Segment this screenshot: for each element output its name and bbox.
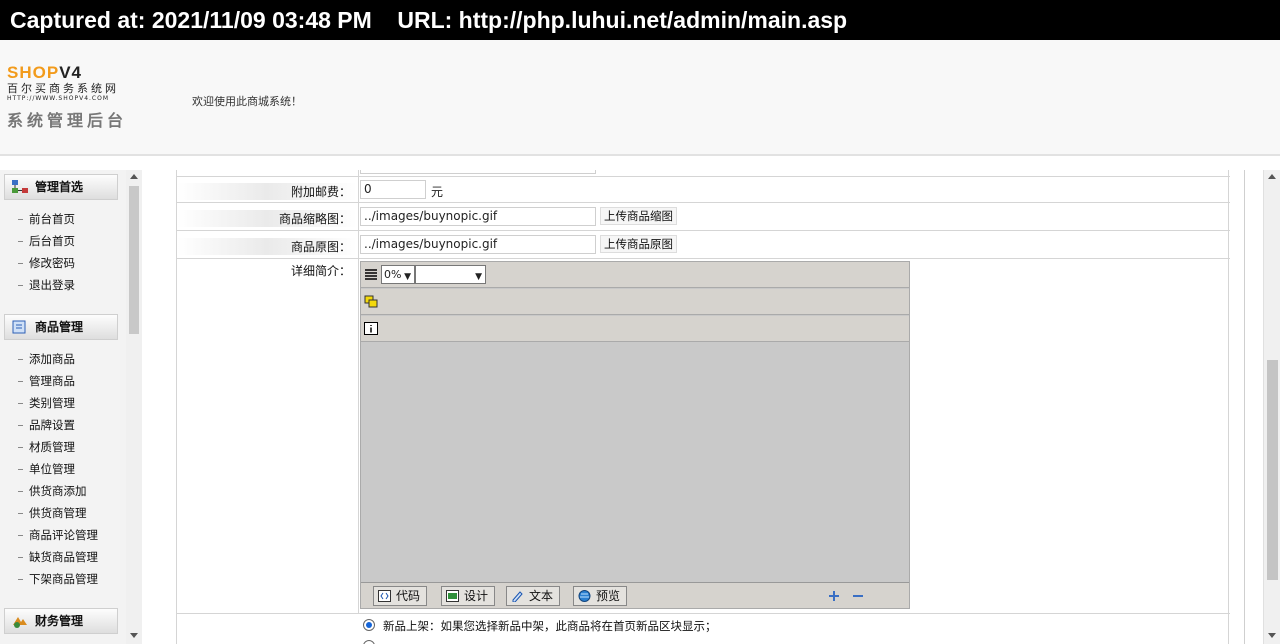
main-scroll-thumb[interactable] xyxy=(1267,360,1278,580)
menu-item-change-password[interactable]: 修改密码 xyxy=(18,255,75,271)
mode-text-button[interactable]: 文本 xyxy=(506,586,561,606)
scroll-down-arrow-icon[interactable] xyxy=(130,633,138,638)
original-image-label: 商品原图： xyxy=(177,238,357,255)
menu-item-material[interactable]: 材质管理 xyxy=(18,439,75,455)
product-form: 附加邮费： 0 元 商品缩略图： ../images/buynopic.gif … xyxy=(176,170,1230,644)
postage-input[interactable]: 0 xyxy=(360,180,426,199)
editor-toolbar-3 xyxy=(361,316,909,342)
main-scrollbar[interactable] xyxy=(1244,170,1280,644)
menu-item-delisted[interactable]: 下架商品管理 xyxy=(18,571,98,587)
menu-item-unit[interactable]: 单位管理 xyxy=(18,461,75,477)
sidebar-scroll-thumb[interactable] xyxy=(129,186,139,334)
welcome-message: 欢迎使用此商城系统！ xyxy=(192,95,302,108)
new-item-text: 新品上架：如果您选择新品中架，此商品将在首页新品区块显示； xyxy=(383,619,717,633)
menu-item-manage-product[interactable]: 管理商品 xyxy=(18,373,75,389)
mode-preview-button[interactable]: 预览 xyxy=(573,586,628,606)
highlight-icon[interactable] xyxy=(364,295,378,308)
mode-design-button[interactable]: 设计 xyxy=(441,586,496,606)
new-item-radio[interactable] xyxy=(363,619,375,631)
text-edit-icon xyxy=(512,591,523,602)
detail-label: 详细简介： xyxy=(290,264,351,278)
shopv4-logo: SHOPV4 百尔买商务系统网 HTTP://WWW.SHOPV4.COM 系统… xyxy=(7,64,147,131)
top-header: SHOPV4 百尔买商务系统网 HTTP://WWW.SHOPV4.COM 系统… xyxy=(0,40,1280,156)
upload-original-button[interactable]: 上传商品原图 xyxy=(600,235,677,253)
rich-text-editor: 0% ▼ ▼ 代码 设计 文本 预览 xyxy=(360,261,910,609)
logo-chinese-name: 百尔买商务系统网 xyxy=(7,82,119,95)
postage-unit: 元 xyxy=(431,185,444,199)
second-radio[interactable] xyxy=(363,640,375,644)
menu-item-add-product[interactable]: 添加商品 xyxy=(18,351,75,367)
thumbnail-label: 商品缩略图： xyxy=(177,210,357,227)
scroll-up-arrow-icon[interactable] xyxy=(130,174,138,179)
menu-section-finance[interactable]: 财务管理 xyxy=(4,608,118,634)
capture-banner: Captured at: 2021/11/09 03:48 PM URL: ht… xyxy=(0,0,1280,40)
editor-mode-bar: 代码 设计 文本 预览 xyxy=(361,582,909,608)
menu-item-admin-home[interactable]: 后台首页 xyxy=(18,233,75,249)
preview-globe-icon xyxy=(578,590,591,602)
shrink-minus-icon[interactable] xyxy=(851,589,865,603)
logo-url: HTTP://WWW.SHOPV4.COM xyxy=(7,95,110,102)
sidebar-scrollbar[interactable] xyxy=(126,170,142,644)
paragraph-icon[interactable] xyxy=(364,268,378,281)
zoom-select[interactable]: 0% ▼ xyxy=(381,265,415,284)
editor-toolbar-2 xyxy=(361,289,909,315)
menu-item-manage-supplier[interactable]: 供货商管理 xyxy=(18,505,87,521)
thumbnail-input[interactable]: ../images/buynopic.gif xyxy=(360,207,596,226)
main-scroll-up-icon[interactable] xyxy=(1268,174,1276,179)
menu-item-front-home[interactable]: 前台首页 xyxy=(18,211,75,227)
product-box-icon xyxy=(12,320,26,334)
main-content: 附加邮费： 0 元 商品缩略图： ../images/buynopic.gif … xyxy=(142,170,1280,644)
original-image-input[interactable]: ../images/buynopic.gif xyxy=(360,235,596,254)
menu-item-out-of-stock[interactable]: 缺货商品管理 xyxy=(18,549,98,565)
form-row-thumbnail: 商品缩略图： ../images/buynopic.gif 上传商品缩图 xyxy=(177,203,1230,231)
design-icon xyxy=(446,590,459,602)
logo-wordmark: SHOPV4 xyxy=(7,63,82,82)
menu-section-management-home[interactable]: 管理首选 xyxy=(4,174,118,200)
menu-section-product-management[interactable]: 商品管理 xyxy=(4,314,118,340)
form-row-original: 商品原图： ../images/buynopic.gif 上传商品原图 xyxy=(177,231,1230,259)
form-row-postage: 附加邮费： 0 元 xyxy=(177,177,1230,203)
menu-item-logout[interactable]: 退出登录 xyxy=(18,277,75,293)
form-row-cut xyxy=(177,170,1230,177)
menu-item-category[interactable]: 类别管理 xyxy=(18,395,75,411)
menu-item-brand[interactable]: 品牌设置 xyxy=(18,417,75,433)
info-icon[interactable] xyxy=(364,322,378,335)
expand-plus-icon[interactable] xyxy=(827,589,841,603)
main-scroll-down-icon[interactable] xyxy=(1268,633,1276,638)
editor-toolbar-1: 0% ▼ ▼ xyxy=(361,262,909,288)
cut-off-input[interactable] xyxy=(360,170,596,174)
mode-code-button[interactable]: 代码 xyxy=(373,586,428,606)
logo-system-title: 系统管理后台 xyxy=(7,111,128,130)
code-icon xyxy=(378,590,391,602)
font-select[interactable]: ▼ xyxy=(415,265,486,284)
sidebar: 管理首选 前台首页 后台首页 修改密码 退出登录 商品管理 添加商品 管理商品 … xyxy=(0,170,142,644)
finance-icon xyxy=(13,617,27,628)
menu-item-add-supplier[interactable]: 供货商添加 xyxy=(18,483,87,499)
upload-thumbnail-button[interactable]: 上传商品缩图 xyxy=(600,207,677,225)
network-icon xyxy=(12,180,28,193)
postage-label: 附加邮费： xyxy=(177,183,357,200)
editor-content-area[interactable] xyxy=(361,342,909,582)
menu-item-reviews[interactable]: 商品评论管理 xyxy=(18,527,98,543)
